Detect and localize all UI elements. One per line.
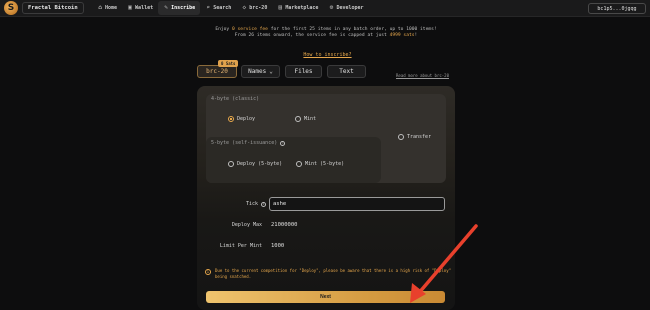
- warning-text: Due to the current competition for "Depl…: [215, 268, 452, 279]
- nav-item-label: Developer: [336, 5, 364, 11]
- chevron-down-icon: ⌄: [269, 68, 273, 75]
- nav-item-label: Home: [105, 5, 118, 11]
- how-to-inscribe-link[interactable]: How to inscribe?: [300, 52, 355, 58]
- promo-line-2: From 26 items onward, the service fee is…: [234, 33, 418, 38]
- radio-mint-5-byte[interactable]: Mint (5-byte): [296, 161, 344, 167]
- deploy-max-label: Deploy Max: [231, 222, 262, 228]
- nav-item-brc-20[interactable]: ◇ brc-20: [236, 1, 272, 15]
- info-icon[interactable]: i: [280, 141, 286, 146]
- limit-per-mint-value[interactable]: 1000: [271, 243, 284, 249]
- nav-item-marketplace[interactable]: ▤ Marketplace: [272, 1, 323, 15]
- five-byte-label: 5-byte (self-issuance) i: [211, 140, 286, 146]
- read-more-link[interactable]: Read more about brc-20: [396, 73, 449, 78]
- promo-banner: Enjoy 0 service fee for the first 25 ite…: [196, 27, 456, 39]
- tab-text[interactable]: Text: [327, 65, 366, 78]
- code-icon: ◇: [242, 4, 247, 11]
- deploy-max-value[interactable]: 21000000: [271, 222, 298, 228]
- tab-files[interactable]: Files: [285, 65, 322, 78]
- brand[interactable]: S Fractal Bitcoin: [4, 1, 84, 15]
- tick-input[interactable]: [269, 197, 445, 211]
- nav-item-label: Wallet: [135, 5, 154, 11]
- four-byte-label: 4-byte (classic): [211, 96, 260, 102]
- deploy-warning: i Due to the current competition for "De…: [205, 268, 455, 279]
- radio-mint-5-byte-label: Mint (5-byte): [305, 161, 345, 167]
- nav-menu: ⌂ Home ▣ Wallet ✎ Inscribe ⌕ Search ◇ brc-20 ▤ Mark…: [92, 0, 369, 17]
- nav-item-search[interactable]: ⌕ Search: [200, 1, 236, 15]
- radio-unselected-icon: [296, 161, 302, 167]
- fractal-logo-icon: S: [4, 1, 18, 15]
- five-byte-label-text: 5-byte (self-issuance): [211, 140, 278, 146]
- nav-item-inscribe[interactable]: ✎ Inscribe: [158, 1, 201, 15]
- nav-item-label: brc-20: [249, 5, 268, 11]
- nav-item-label: Search: [213, 5, 232, 11]
- radio-deploy-label: Deploy: [237, 116, 256, 122]
- inscribe-icon: ✎: [164, 4, 168, 11]
- radio-unselected-icon: [228, 161, 234, 167]
- radio-selected-icon: [228, 116, 234, 122]
- nav-item-developer[interactable]: ⚙ Developer: [323, 1, 368, 15]
- tab-names-label: Names: [248, 68, 267, 75]
- radio-mint[interactable]: Mint: [295, 116, 316, 122]
- warning-info-icon: i: [205, 269, 211, 275]
- nav-item-home[interactable]: ⌂ Home: [92, 1, 122, 15]
- tab-names[interactable]: Names ⌄: [241, 65, 280, 78]
- radio-transfer[interactable]: Transfer: [398, 134, 431, 140]
- radio-deploy[interactable]: Deploy: [228, 116, 255, 122]
- tick-label-text: Tick: [245, 201, 258, 207]
- nav-item-label: Inscribe: [171, 5, 196, 11]
- radio-unselected-icon: [398, 134, 404, 140]
- wallet-icon: ▣: [128, 4, 132, 11]
- search-icon: ⌕: [206, 4, 211, 11]
- nav-item-wallet[interactable]: ▣ Wallet: [122, 1, 158, 15]
- radio-deploy-5-byte-label: Deploy (5-byte): [237, 161, 283, 167]
- next-button[interactable]: Next: [206, 291, 445, 303]
- wallet-address-button[interactable]: bc1p5...0jgqg: [588, 3, 646, 14]
- home-icon: ⌂: [98, 4, 102, 11]
- brand-name: Fractal Bitcoin: [22, 2, 84, 14]
- radio-unselected-icon: [295, 116, 301, 122]
- zero-sats-badge: 0 Sats: [218, 60, 239, 67]
- developer-icon: ⚙: [329, 4, 334, 11]
- tick-label: Tick i: [236, 201, 266, 207]
- radio-transfer-label: Transfer: [407, 134, 432, 140]
- market-icon: ▤: [278, 4, 283, 11]
- top-nav-bar: S Fractal Bitcoin ⌂ Home ▣ Wallet ✎ Inscribe ⌕…: [0, 0, 650, 17]
- radio-mint-label: Mint: [304, 116, 317, 122]
- limit-per-mint-label: Limit Per Mint: [219, 243, 262, 249]
- info-icon[interactable]: i: [261, 202, 266, 207]
- radio-deploy-5-byte[interactable]: Deploy (5-byte): [228, 161, 282, 167]
- nav-item-label: Marketplace: [285, 5, 319, 11]
